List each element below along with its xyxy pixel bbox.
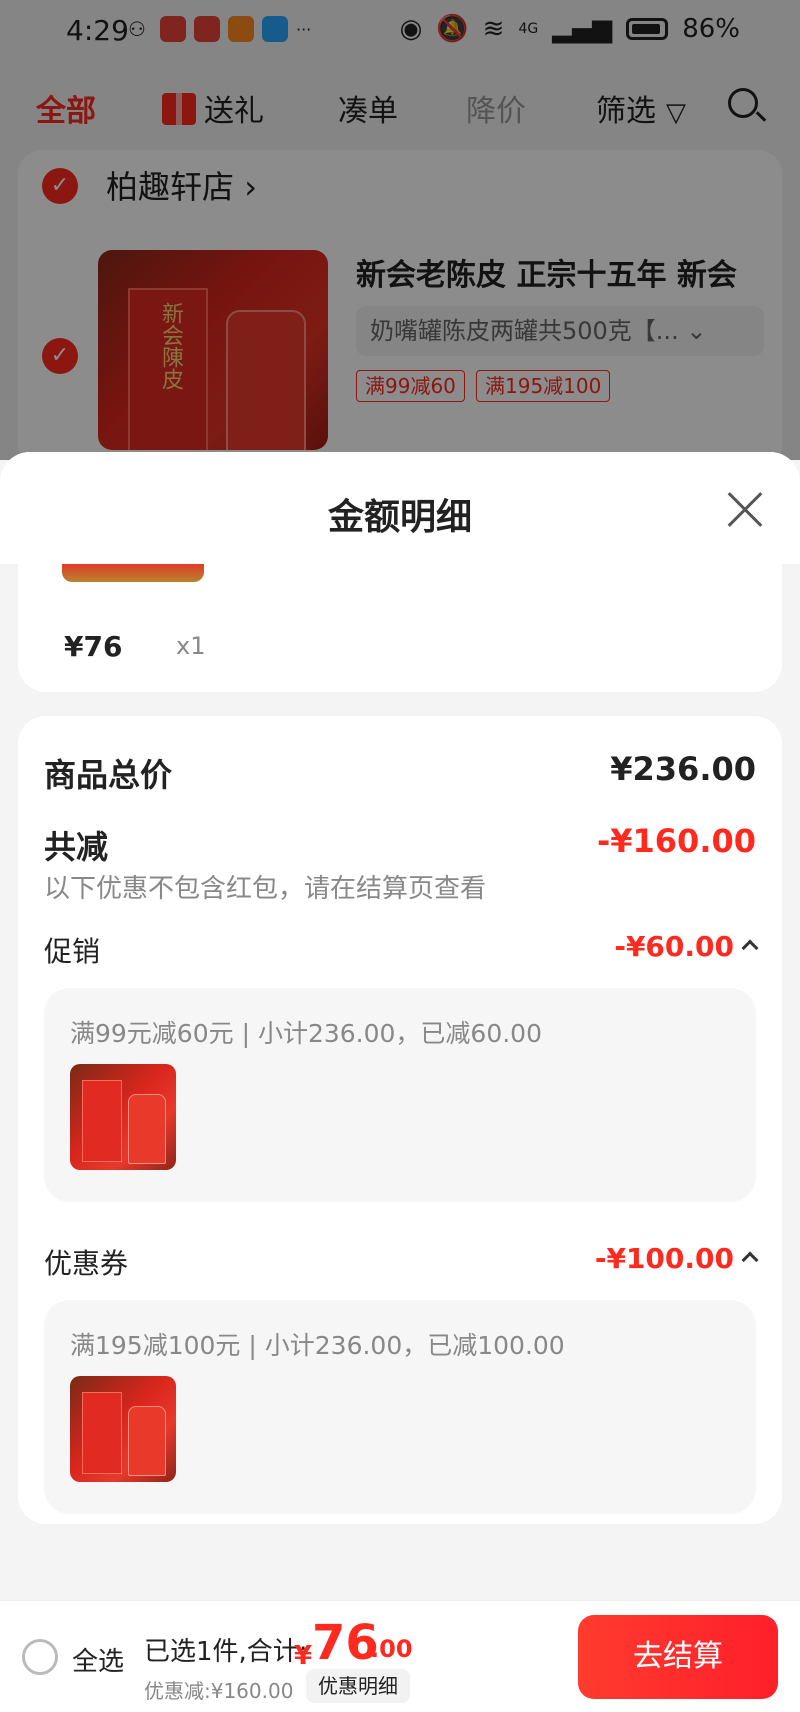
promotion-toggle[interactable]: -¥60.00: [614, 930, 759, 963]
reduce-value: -¥160.00: [596, 822, 756, 860]
coupon-toggle[interactable]: -¥100.00: [594, 1242, 759, 1275]
coupon-label: 优惠券: [44, 1247, 129, 1280]
close-icon[interactable]: [726, 492, 762, 528]
sheet-title: 金额明细: [327, 497, 472, 538]
gift-box-shape: [82, 1080, 122, 1162]
checkout-bar: 全选 已选1件,合计: ¥ 76 .00 优惠减:¥160.00 优惠明细 去结…: [0, 1600, 800, 1712]
price-breakdown-card: 商品总价 ¥236.00 共减 -¥160.00 以下优惠不包含红包，请在结算页…: [18, 716, 782, 1524]
jar-shape: [128, 1406, 166, 1476]
promotion-value: -¥60.00: [614, 930, 734, 963]
promotion-detail-box: 满99元减60元 | 小计236.00，已减60.00: [44, 988, 756, 1202]
total-amount-integer: 76: [312, 1615, 379, 1671]
gift-box-shape: [82, 1392, 122, 1474]
cart-page-background: 4:29 ⚇ ··· ◉ 🔕 ≋ 4G ▂▄▆ 86% 全部 送礼 凑单 降价 …: [0, 0, 800, 460]
reduce-label: 共减: [44, 828, 109, 866]
selected-summary: 已选1件,合计:: [144, 1637, 308, 1667]
promotion-label: 促销: [44, 935, 101, 968]
coupon-product-thumbnail[interactable]: [70, 1376, 176, 1482]
select-all-radio[interactable]: [22, 1639, 58, 1675]
chevron-up-icon: [741, 1251, 759, 1269]
discount-detail-button[interactable]: 优惠明细: [306, 1669, 410, 1703]
item-quantity: x1: [176, 632, 206, 660]
promotion-detail: 满99元减60元 | 小计236.00，已减60.00: [70, 1019, 542, 1048]
promotion-product-thumbnail[interactable]: [70, 1064, 176, 1170]
amount-detail-sheet: 金额明细 ¥76 x1 商品总价 ¥236.00 共减 -¥160.00 以下优…: [0, 452, 800, 1600]
jar-shape: [128, 1094, 166, 1164]
sheet-header: 金额明细: [0, 452, 800, 564]
item-price: ¥76: [64, 630, 123, 663]
reduce-note: 以下优惠不包含红包，请在结算页查看: [44, 874, 487, 904]
checkout-button[interactable]: 去结算: [578, 1615, 778, 1699]
item-thumbnail[interactable]: [62, 564, 204, 582]
coupon-value: -¥100.00: [594, 1242, 734, 1275]
total-amount-decimal: .00: [370, 1635, 413, 1663]
chevron-up-icon: [741, 939, 759, 957]
item-card: ¥76 x1: [18, 564, 782, 692]
discount-summary: 优惠减:¥160.00: [144, 1679, 294, 1703]
coupon-detail-box: 满195减100元 | 小计236.00，已减100.00: [44, 1300, 756, 1514]
dim-overlay[interactable]: [0, 0, 800, 460]
total-currency: ¥: [294, 1641, 313, 1671]
coupon-detail: 满195减100元 | 小计236.00，已减100.00: [70, 1331, 565, 1360]
select-all-label[interactable]: 全选: [72, 1641, 124, 1678]
total-value: ¥236.00: [610, 750, 756, 788]
total-label: 商品总价: [44, 756, 173, 794]
